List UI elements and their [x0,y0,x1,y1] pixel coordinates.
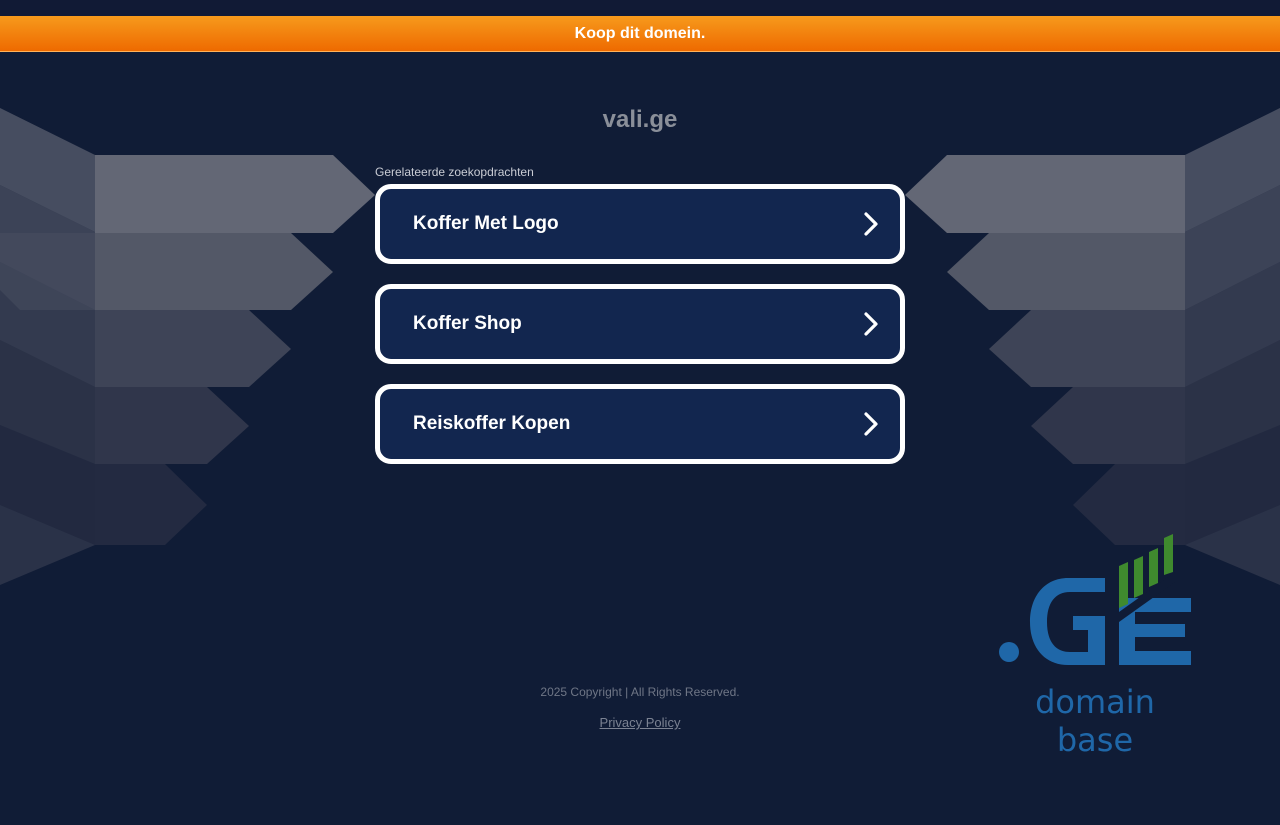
related-search-link-2[interactable]: Koffer Shop [375,284,905,364]
top-strip [0,0,1280,16]
buy-domain-banner[interactable]: Koop dit domein. [0,16,1280,52]
chevron-right-icon [864,212,878,236]
page: Koop dit domein. vali.ge Gerelateerde zo… [0,0,1280,825]
related-search-label: Reiskoffer Kopen [413,413,571,434]
related-search-label: Koffer Met Logo [413,213,559,234]
chevron-right-icon [864,412,878,436]
chevron-right-icon [864,312,878,336]
buy-domain-text[interactable]: Koop dit domein. [575,25,706,43]
privacy-policy-wrapper: Privacy Policy [0,715,1280,730]
privacy-policy-link[interactable]: Privacy Policy [600,715,681,730]
domain-title: vali.ge [602,106,678,133]
related-search-link-3[interactable]: Reiskoffer Kopen [375,384,905,464]
related-search-link-1[interactable]: Koffer Met Logo [375,184,905,264]
related-search-label: Koffer Shop [413,313,522,334]
copyright-text: 2025 Copyright | All Rights Reserved. [540,685,740,699]
related-searches-label: Gerelateerde zoekopdrachten [375,165,534,179]
